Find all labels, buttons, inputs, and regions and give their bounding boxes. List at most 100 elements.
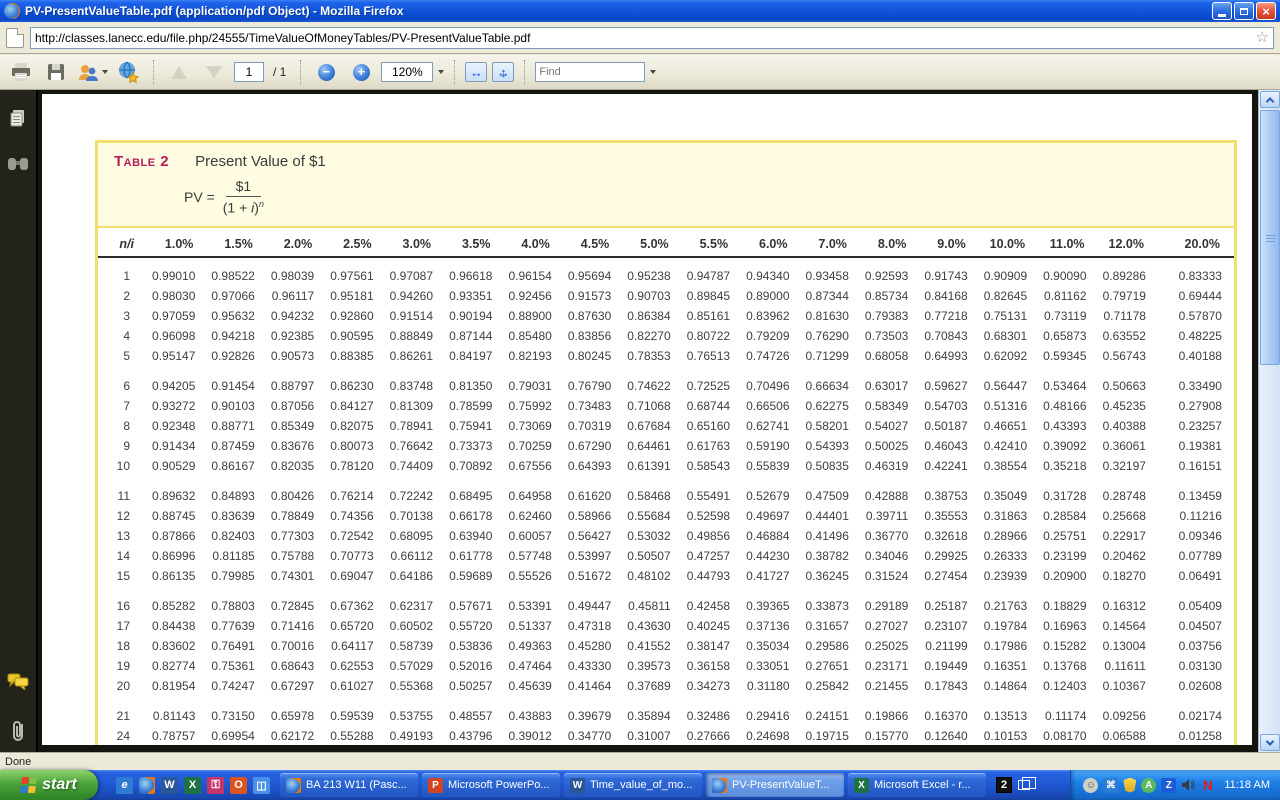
table-cell: 0.68744 — [675, 396, 734, 416]
table-cell: 0.68643 — [259, 656, 318, 676]
zonealarm-z-icon[interactable]: Z — [1161, 778, 1176, 793]
pv-table-header: n/i1.0%1.5%2.0%2.5%3.0%3.5%4.0%4.5%5.0%5… — [98, 228, 1234, 258]
fit-page-button[interactable]: ↔↕ — [492, 62, 514, 82]
zoom-level-select[interactable]: 120% — [381, 62, 433, 82]
fit-width-button[interactable]: ↔ — [465, 62, 487, 82]
table-cell: 0.47257 — [675, 546, 734, 566]
network-key-icon[interactable]: ⌘ — [1103, 778, 1118, 793]
volume-icon[interactable] — [1181, 778, 1195, 792]
table-cell: 0.48225 — [1150, 326, 1226, 346]
print-button[interactable] — [6, 58, 36, 86]
taskbar-button-powerpoint[interactable]: P Microsoft PowerPo... — [422, 773, 560, 797]
start-button[interactable]: start — [0, 770, 98, 800]
table-cell: 0.88797 — [259, 376, 318, 396]
taskbar-button-word-doc[interactable]: W Time_value_of_mo... — [564, 773, 702, 797]
scrollbar-thumb[interactable] — [1260, 110, 1280, 365]
table-cell: 0.94260 — [378, 286, 437, 306]
table-cell: 0.40388 — [1091, 416, 1150, 436]
table-cell: 0.57671 — [437, 596, 496, 616]
scroll-down-button[interactable] — [1260, 734, 1280, 751]
indicator-2-badge[interactable]: 2 — [996, 777, 1012, 793]
table-cell: 0.55839 — [734, 456, 793, 476]
find-input[interactable] — [539, 66, 641, 78]
table-cell: 0.55491 — [675, 486, 734, 506]
bookmark-star-icon[interactable]: ☆ — [1256, 30, 1269, 45]
paperclip-icon[interactable] — [10, 718, 26, 744]
find-chevron-down-icon[interactable] — [650, 70, 656, 74]
excel-icon[interactable]: X — [184, 777, 201, 794]
url-field[interactable]: ☆ — [30, 27, 1274, 49]
binoculars-icon[interactable] — [7, 156, 29, 172]
table-cell: 0.79031 — [496, 376, 555, 396]
zoom-chevron-down-icon[interactable] — [438, 70, 444, 74]
table-cell: 0.94218 — [199, 326, 258, 346]
vertical-scrollbar[interactable] — [1258, 90, 1280, 752]
table-cell: 0.88771 — [199, 416, 258, 436]
table-cell: 0.53836 — [437, 636, 496, 656]
table-cell: 0.88900 — [496, 306, 555, 326]
internet-explorer-icon[interactable]: e — [116, 777, 133, 794]
table-cell: 0.08170 — [1031, 726, 1090, 745]
title-bar[interactable]: PV-PresentValueTable.pdf (application/pd… — [0, 0, 1280, 22]
table-cell: 0.64117 — [318, 636, 377, 656]
table-cell: 0.38554 — [972, 456, 1031, 476]
outlook-icon[interactable]: O — [230, 777, 247, 794]
table-cell: 0.16963 — [1031, 616, 1090, 636]
column-header: 20.0% — [1150, 235, 1226, 256]
key-app-icon[interactable]: ⚿ — [207, 777, 224, 794]
security-shield-icon[interactable] — [1123, 778, 1136, 793]
pages-panel-icon[interactable] — [8, 108, 28, 128]
taskbar-button-ba213[interactable]: BA 213 W11 (Pasc... — [280, 773, 418, 797]
window-stack-icon[interactable] — [1018, 780, 1030, 790]
table-cell: 0.83602 — [140, 636, 199, 656]
explorer-window-icon[interactable]: ◫ — [253, 777, 270, 794]
table-cell: 0.81143 — [140, 706, 199, 726]
table-cell: 0.56447 — [972, 376, 1031, 396]
table-cell: 0.98039 — [259, 266, 318, 286]
web-document-button[interactable] — [113, 58, 143, 86]
find-field[interactable] — [535, 62, 645, 82]
table-cell: 0.13768 — [1031, 656, 1090, 676]
table-cell: 0.07789 — [1150, 546, 1226, 566]
table-cell: 0.93272 — [140, 396, 199, 416]
row-number: 11 — [98, 486, 140, 506]
firefox-quicklaunch-icon[interactable] — [139, 777, 155, 794]
zoom-in-button[interactable]: + — [346, 58, 376, 86]
restore-button[interactable] — [1234, 2, 1254, 20]
close-button[interactable]: × — [1256, 2, 1276, 20]
table-cell: 0.81350 — [437, 376, 496, 396]
table-cell: 0.99010 — [140, 266, 199, 286]
url-input[interactable] — [35, 31, 1256, 45]
table-cell: 0.91514 — [378, 306, 437, 326]
table-cell: 0.48557 — [437, 706, 496, 726]
table-cell: 0.38782 — [794, 546, 853, 566]
table-cell: 0.92826 — [199, 346, 258, 366]
zoom-out-button[interactable]: − — [311, 58, 341, 86]
page-number-input[interactable] — [234, 62, 264, 82]
table-cell: 0.67362 — [318, 596, 377, 616]
taskbar-button-pv-pdf[interactable]: PV-PresentValueT... — [706, 773, 844, 797]
table-cell: 0.76513 — [675, 346, 734, 366]
table-cell: 0.35218 — [1031, 456, 1090, 476]
scroll-up-button[interactable] — [1260, 91, 1280, 108]
comments-icon[interactable] — [7, 672, 29, 690]
table-cell: 0.58543 — [675, 456, 734, 476]
column-header: 3.5% — [437, 235, 496, 256]
novell-n-icon[interactable]: N — [1200, 778, 1215, 793]
table-cell: 0.74726 — [734, 346, 793, 366]
antivirus-a-icon[interactable]: A — [1141, 778, 1156, 793]
minimize-button[interactable] — [1212, 2, 1232, 20]
save-button[interactable] — [41, 58, 71, 86]
table-cell: 0.29189 — [853, 596, 912, 616]
next-page-button[interactable] — [199, 58, 229, 86]
email-collaborate-button[interactable] — [76, 58, 108, 86]
table-cell: 0.62553 — [318, 656, 377, 676]
taskbar-button-excel[interactable]: X Microsoft Excel - r... — [848, 773, 986, 797]
word-icon[interactable]: W — [161, 777, 178, 794]
messenger-icon[interactable]: ☺ — [1083, 778, 1098, 793]
previous-page-button[interactable] — [164, 58, 194, 86]
table-cell: 0.40245 — [675, 616, 734, 636]
table-cell: 0.73483 — [556, 396, 615, 416]
table-cell: 0.80245 — [556, 346, 615, 366]
table-cell: 0.90703 — [615, 286, 674, 306]
